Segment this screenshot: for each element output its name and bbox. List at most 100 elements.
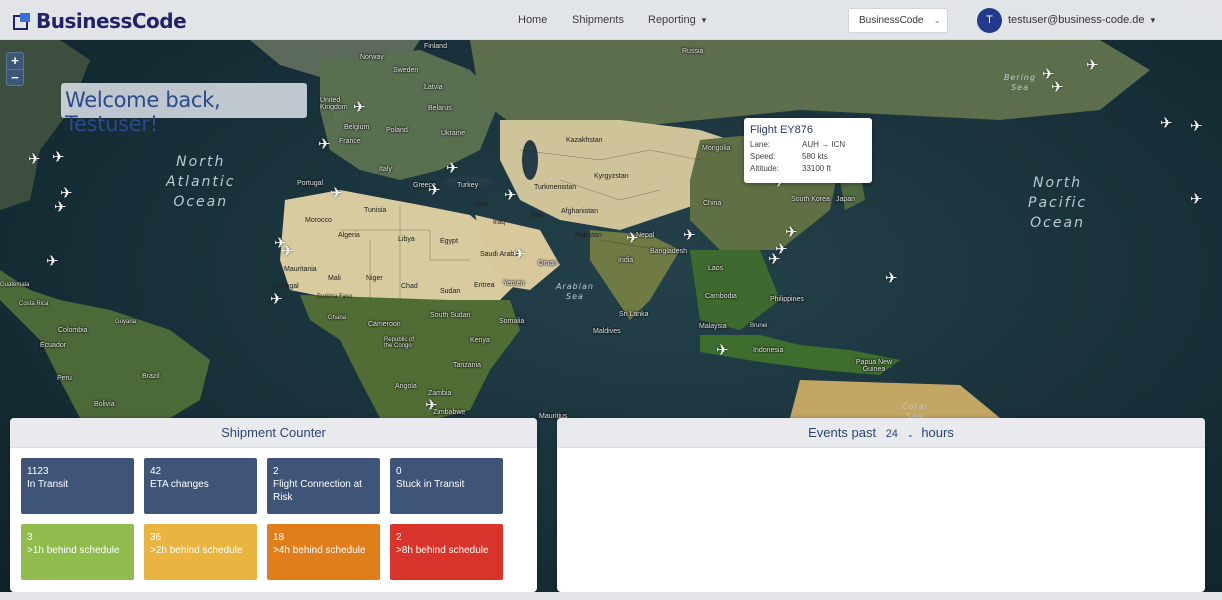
tile-label: Stuck in Transit: [396, 479, 465, 490]
aircraft-icon[interactable]: ✈: [1190, 192, 1203, 207]
events-title-prefix: Events past: [808, 425, 877, 440]
country-label: Papua New Guinea: [855, 359, 893, 373]
aircraft-icon[interactable]: ✈: [768, 252, 781, 267]
chevron-down-icon: ▾: [1150, 15, 1156, 25]
hours-select[interactable]: 24: [886, 428, 901, 440]
aircraft-icon[interactable]: ✈: [54, 200, 67, 215]
country-label: Sweden: [393, 67, 419, 74]
tile-flight-connection-at-risk[interactable]: 2 Flight Connection at Risk: [267, 458, 380, 514]
chevron-down-icon[interactable]: ⌄: [907, 430, 914, 439]
aircraft-icon[interactable]: ✈: [330, 186, 343, 201]
aircraft-icon[interactable]: ✈: [46, 254, 59, 269]
events-panel: Events past 24 ⌄ hours: [557, 418, 1205, 592]
aircraft-icon[interactable]: ✈: [1190, 119, 1203, 134]
nav-link-reporting-label: Reporting: [648, 14, 696, 26]
tile-8h-behind[interactable]: 2 >8h behind schedule: [390, 524, 503, 580]
events-content: [557, 448, 1205, 592]
tile-label: >4h behind schedule: [273, 545, 366, 556]
tile-count: 42: [150, 466, 162, 477]
nav-link-reporting[interactable]: Reporting ▾: [648, 14, 706, 26]
country-label: Oman: [538, 260, 558, 267]
country-label: Syria: [473, 201, 489, 208]
aircraft-icon[interactable]: ✈: [1160, 116, 1173, 131]
aircraft-icon[interactable]: ✈: [504, 188, 517, 203]
country-label: Mali: [328, 275, 341, 282]
zoom-in-button[interactable]: +: [7, 53, 23, 69]
user-menu[interactable]: testuser@business-code.de ▾: [1008, 14, 1155, 26]
country-label: Kenya: [470, 337, 490, 344]
company-select[interactable]: BusinessCode ⌄: [848, 8, 948, 33]
country-label: Algeria: [338, 232, 360, 239]
country-label: Yemen: [503, 280, 525, 287]
tile-in-transit[interactable]: 1123 In Transit: [21, 458, 134, 514]
tile-label: >2h behind schedule: [150, 545, 243, 556]
avatar[interactable]: T: [977, 8, 1002, 33]
country-label: Somalia: [499, 318, 525, 325]
country-label: Belarus: [428, 105, 452, 112]
tile-label: In Transit: [27, 479, 69, 490]
country-label: Turkey: [457, 182, 479, 189]
aircraft-icon[interactable]: ✈: [281, 244, 294, 259]
country-label: South Korea: [791, 196, 830, 203]
tile-stuck-in-transit[interactable]: 0 Stuck in Transit: [390, 458, 503, 514]
map-zoom-control: + −: [6, 52, 24, 86]
aircraft-icon[interactable]: ✈: [885, 271, 898, 286]
country-label: Costa Rica: [19, 301, 49, 307]
aircraft-icon[interactable]: ✈: [28, 152, 41, 167]
country-label: Pakistan: [575, 232, 602, 239]
aircraft-icon[interactable]: ✈: [52, 150, 65, 165]
nav-link-shipments[interactable]: Shipments: [572, 14, 624, 26]
tile-2h-behind[interactable]: 36 >2h behind schedule: [144, 524, 257, 580]
ocean-label-atlantic: North Atlantic Ocean: [166, 154, 236, 210]
aircraft-icon[interactable]: ✈: [318, 137, 331, 152]
country-label: China: [703, 200, 722, 207]
country-label: Guatemala: [0, 282, 30, 288]
country-label: Italy: [379, 166, 392, 173]
flight-lane-label: Lane:: [750, 140, 771, 149]
country-label: Angola: [395, 383, 417, 390]
aircraft-icon[interactable]: ✈: [626, 231, 639, 246]
nav-link-home[interactable]: Home: [518, 14, 547, 26]
ocean-label-bering: Bering Sea: [1004, 73, 1037, 92]
tile-1h-behind[interactable]: 3 >1h behind schedule: [21, 524, 134, 580]
aircraft-icon[interactable]: ✈: [683, 228, 696, 243]
aircraft-icon[interactable]: ✈: [428, 183, 441, 198]
country-label: Russia: [682, 48, 704, 55]
country-label: Tanzania: [453, 362, 482, 369]
flight-altitude-value: 33100 ft: [802, 164, 831, 173]
aircraft-icon[interactable]: ✈: [353, 100, 366, 115]
aircraft-icon[interactable]: ✈: [513, 247, 526, 262]
aircraft-icon[interactable]: ✈: [1051, 80, 1064, 95]
country-label: Poland: [386, 127, 408, 134]
country-label: Turkmenistan: [534, 184, 577, 191]
brand-logo[interactable]: BusinessCode: [13, 9, 187, 33]
country-label: Portugal: [297, 180, 324, 187]
flight-lane-row: Lane: AUH → ICN: [750, 140, 866, 152]
tile-count: 0: [396, 466, 402, 477]
zoom-out-button[interactable]: −: [7, 70, 23, 86]
aircraft-icon[interactable]: ✈: [785, 225, 798, 240]
flight-lane-value: AUH → ICN: [802, 140, 846, 149]
country-label: Japan: [836, 196, 856, 203]
country-label: Kazakhstan: [566, 137, 603, 144]
country-label: Ukraine: [441, 130, 466, 137]
country-label: Morocco: [305, 217, 332, 224]
aircraft-icon[interactable]: ✈: [446, 161, 459, 176]
country-label: Kyrgyzstan: [594, 173, 629, 180]
country-label: Mauritania: [284, 266, 317, 273]
flight-title: Flight EY876: [750, 124, 813, 136]
country-label: Indonesia: [753, 347, 784, 354]
shipment-counter-title: Shipment Counter: [10, 418, 537, 448]
aircraft-icon[interactable]: ✈: [425, 398, 438, 413]
tile-eta-changes[interactable]: 42 ETA changes: [144, 458, 257, 514]
country-label: Zambia: [428, 390, 452, 397]
country-label: Eritrea: [474, 282, 495, 289]
aircraft-icon[interactable]: ✈: [716, 343, 729, 358]
country-label: Laos: [708, 265, 724, 272]
tile-4h-behind[interactable]: 18 >4h behind schedule: [267, 524, 380, 580]
aircraft-icon[interactable]: ✈: [270, 292, 283, 307]
country-label: Ghana: [328, 315, 347, 321]
aircraft-icon[interactable]: ✈: [1086, 58, 1099, 73]
country-label: Libya: [398, 236, 415, 243]
tile-count: 2: [273, 466, 279, 477]
